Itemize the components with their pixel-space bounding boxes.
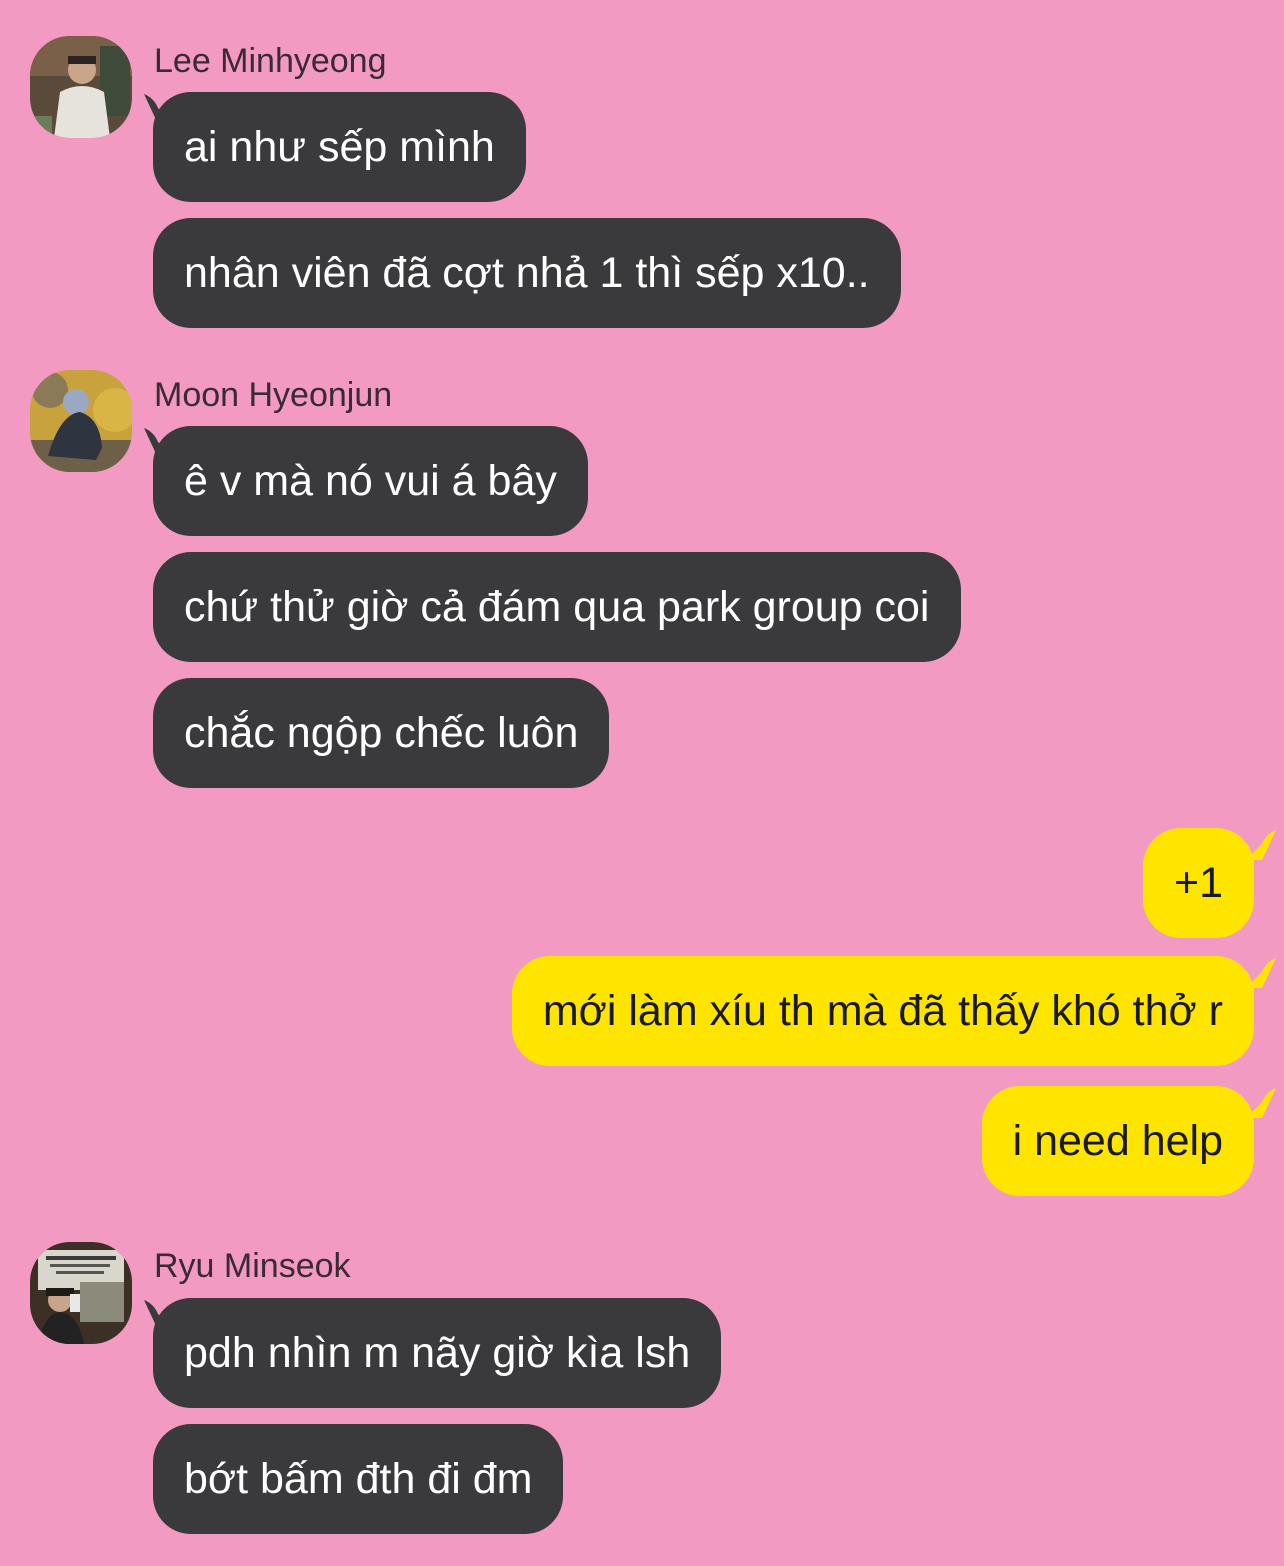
sender-name: Ryu Minseok [154, 1247, 351, 1285]
avatar-ryu-minseok[interactable] [30, 1242, 132, 1344]
message-bubble-outgoing[interactable]: i need help [981, 1086, 1254, 1196]
message-bubble-outgoing[interactable]: +1 [1142, 828, 1254, 938]
message-bubble[interactable]: nhân viên đã cợt nhả 1 thì sếp x10.. [153, 218, 901, 328]
message-bubble[interactable]: chắc ngộp chếc luôn [153, 678, 610, 788]
chat-log[interactable]: Lee Minhyeong ai như sếp mình nhân viên … [0, 0, 1284, 1566]
avatar-lee-minhyeong[interactable] [30, 36, 132, 138]
avatar-moon-hyeonjun[interactable] [30, 370, 132, 472]
message-bubble[interactable]: ai như sếp mình [153, 92, 526, 202]
sender-name: Lee Minhyeong [154, 42, 387, 80]
message-bubble-outgoing[interactable]: mới làm xíu th mà đã thấy khó thở r [511, 956, 1254, 1066]
message-bubble[interactable]: bớt bấm đth đi đm [153, 1424, 564, 1534]
sender-name: Moon Hyeonjun [154, 376, 393, 414]
message-bubble[interactable]: pdh nhìn m nãy giờ kìa lsh [153, 1298, 722, 1408]
user-photo-icon [30, 36, 132, 138]
user-photo-icon [30, 370, 132, 472]
message-bubble[interactable]: ê v mà nó vui á bây [153, 426, 588, 536]
user-photo-icon [30, 1242, 132, 1344]
message-bubble[interactable]: chứ thử giờ cả đám qua park group coi [153, 552, 961, 662]
